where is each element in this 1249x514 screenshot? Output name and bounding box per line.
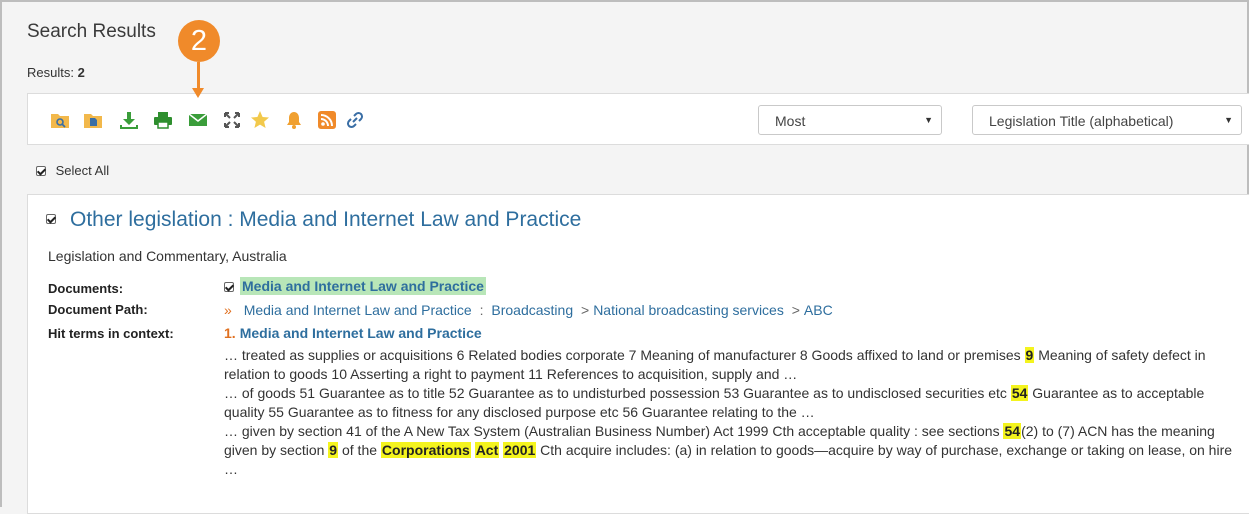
context-text: of the: [338, 442, 381, 458]
highlight-term: 54: [1010, 385, 1029, 401]
highlight-term: 54: [1003, 423, 1022, 439]
email-icon[interactable]: [188, 110, 208, 130]
expand-icon[interactable]: [222, 110, 242, 130]
rss-icon[interactable]: [317, 110, 337, 130]
result-title-text[interactable]: Other legislation : Media and Internet L…: [70, 208, 581, 231]
results-count: Results: 2: [27, 65, 85, 80]
highlight-term: 2001: [503, 442, 537, 458]
select-all-label: Select All: [55, 163, 110, 178]
chevron-down-icon: ▼: [1224, 115, 1233, 125]
hit-number: 1.: [224, 325, 236, 341]
hit-terms-label: Hit terms in context:: [48, 326, 174, 341]
result-checkbox[interactable]: [46, 214, 56, 224]
result-subtitle: Legislation and Commentary, Australia: [48, 248, 287, 264]
results-number: 2: [77, 65, 85, 80]
highlight-term: 9: [328, 442, 339, 458]
print-icon[interactable]: [153, 110, 173, 130]
documents-label: Documents:: [48, 281, 124, 296]
hit-context: … treated as supplies or acquisitions 6 …: [224, 346, 1234, 479]
hit-title: 1. Media and Internet Law and Practice: [224, 325, 482, 341]
callout-badge: 2: [178, 20, 220, 62]
chevron-down-icon: ▼: [924, 115, 933, 125]
page-title: Search Results: [27, 21, 156, 42]
context-text: … given by section 41 of the A New Tax S…: [224, 423, 1004, 439]
hit-title-link[interactable]: Media and Internet Law and Practice: [240, 325, 482, 341]
breadcrumb: » Media and Internet Law and Practice : …: [224, 302, 833, 318]
star-icon[interactable]: [250, 110, 270, 130]
document-folder-icon[interactable]: [83, 110, 103, 130]
document-checkbox[interactable]: [224, 282, 234, 292]
breadcrumb-marker-icon: »: [224, 302, 232, 318]
result-title[interactable]: Other legislation : Media and Internet L…: [46, 208, 581, 232]
sort-select[interactable]: Legislation Title (alphabetical) ▼: [972, 105, 1242, 135]
breadcrumb-separator: >: [791, 302, 800, 318]
download-icon[interactable]: [119, 110, 139, 130]
results-label: Results:: [27, 65, 74, 80]
highlight-term: Corporations: [380, 442, 471, 458]
highlight-term: 9: [1024, 347, 1035, 363]
context-snippet: … given by section 41 of the A New Tax S…: [224, 422, 1234, 479]
context-snippet: … of goods 51 Guarantee as to title 52 G…: [224, 384, 1234, 422]
context-text: … of goods 51 Guarantee as to title 52 G…: [224, 385, 1011, 401]
breadcrumb-separator: :: [479, 302, 484, 318]
select-all-checkbox[interactable]: [36, 166, 46, 176]
breadcrumb-separator: >: [581, 302, 590, 318]
callout-arrowhead-icon: [192, 88, 204, 98]
select-all[interactable]: Select All: [36, 163, 109, 178]
sort-select-value: Legislation Title (alphabetical): [989, 113, 1174, 129]
most-select[interactable]: Most ▼: [758, 105, 942, 135]
link-icon[interactable]: [345, 110, 365, 130]
most-select-value: Most: [775, 113, 806, 129]
bell-icon[interactable]: [284, 110, 304, 130]
document-row: Media and Internet Law and Practice: [224, 277, 486, 295]
context-snippet: … treated as supplies or acquisitions 6 …: [224, 346, 1234, 384]
highlight-term: Act: [474, 442, 500, 458]
document-link[interactable]: Media and Internet Law and Practice: [240, 277, 486, 295]
search-folder-icon[interactable]: [50, 110, 70, 130]
context-text: … treated as supplies or acquisitions 6 …: [224, 347, 1025, 363]
breadcrumb-item[interactable]: Media and Internet Law and Practice: [244, 302, 472, 318]
breadcrumb-item[interactable]: ABC: [804, 302, 833, 318]
breadcrumb-item[interactable]: National broadcasting services: [593, 302, 784, 318]
document-path-label: Document Path:: [48, 302, 148, 317]
toolbar: Most ▼ Legislation Title (alphabetical) …: [27, 93, 1249, 145]
breadcrumb-item[interactable]: Broadcasting: [491, 302, 573, 318]
